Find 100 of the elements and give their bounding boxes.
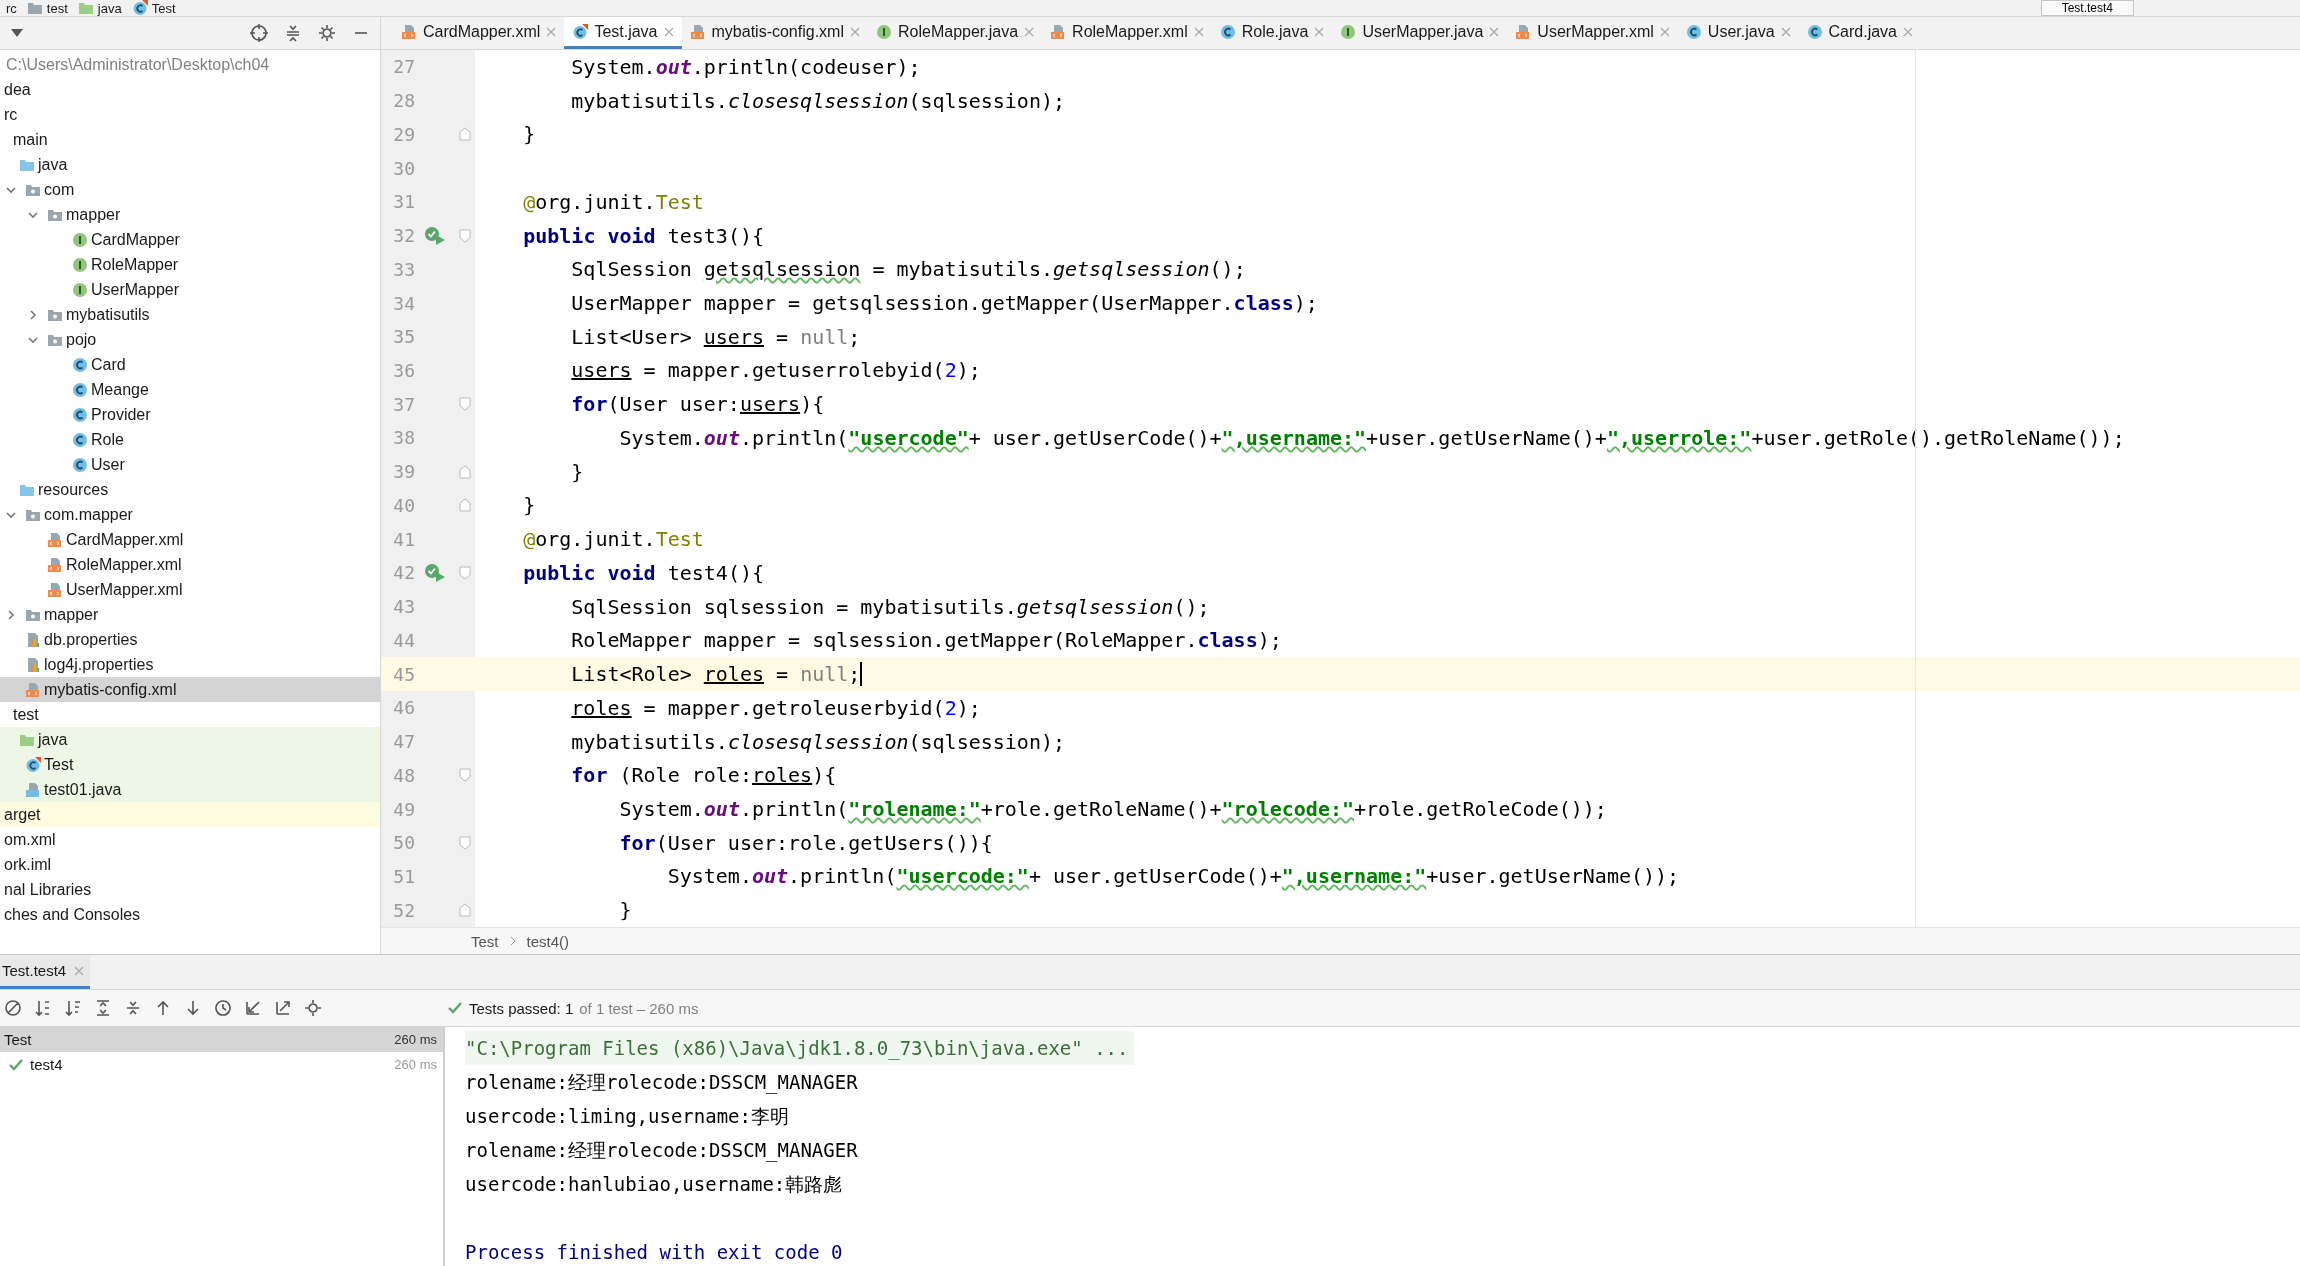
tree-item[interactable]: db.properties [0, 627, 380, 652]
tree-item[interactable]: Meange [0, 377, 380, 402]
line-number: 34 [392, 292, 415, 314]
sort-alpha-icon[interactable] [34, 999, 52, 1017]
tree-item[interactable]: rc [0, 102, 380, 127]
code-line: RoleMapper mapper = sqlsession.getMapper(RoleMapper.class); [570, 628, 1282, 653]
tree-item[interactable]: ches and Consoles [0, 902, 380, 927]
tree-item[interactable]: java [0, 727, 380, 752]
close-icon[interactable] [1903, 26, 1913, 37]
tree-item[interactable]: Card [0, 352, 380, 377]
run-config-dropdown[interactable]: Test.test4 [2040, 0, 2134, 16]
locate-icon[interactable] [250, 24, 268, 42]
tree-item[interactable]: test01.java [0, 777, 380, 802]
close-icon[interactable] [546, 26, 557, 37]
tree-item[interactable]: log4j.properties [0, 652, 380, 677]
history-icon[interactable] [214, 999, 232, 1017]
tree-item[interactable]: mybatisutils [0, 302, 380, 327]
tree-item[interactable]: om.xml [0, 827, 380, 852]
tree-item[interactable]: dea [0, 77, 380, 102]
class-icon [1685, 23, 1702, 40]
breadcrumb-item[interactable]: test [26, 0, 68, 16]
tree-item[interactable]: java [0, 152, 380, 177]
tree-item[interactable]: Provider [0, 402, 380, 427]
sort-duration-icon[interactable] [64, 999, 82, 1017]
editor-tab[interactable]: User.java [1677, 17, 1799, 49]
line-number: 38 [392, 427, 415, 449]
collapse-all-icon[interactable] [284, 24, 302, 42]
close-icon[interactable] [850, 26, 860, 37]
close-icon[interactable] [1780, 26, 1791, 37]
breadcrumb-item[interactable]: Test [131, 0, 176, 16]
tree-item[interactable]: nal Libraries [0, 877, 380, 902]
close-icon[interactable] [1659, 26, 1670, 37]
breadcrumb-item[interactable]: java [77, 0, 122, 16]
code-line: mybatisutils.closesqlsession(sqlsession); [570, 88, 1066, 113]
tree-item[interactable]: ork.iml [0, 852, 380, 877]
breadcrumb-item[interactable]: rc [6, 0, 17, 16]
test-item[interactable]: Test 260 ms [0, 1027, 443, 1052]
tree-item[interactable]: resources [0, 477, 380, 502]
tree-item[interactable]: mapper [0, 602, 380, 627]
interface-icon [72, 281, 88, 298]
editor-tab[interactable]: mybatis-config.xml [681, 17, 868, 49]
line-number: 37 [392, 393, 415, 415]
close-icon[interactable] [1193, 26, 1204, 37]
tree-item[interactable]: Role [0, 427, 380, 452]
tree-item[interactable]: arget [0, 802, 380, 827]
tree-item[interactable]: CardMapper [0, 227, 380, 252]
run-test-icon[interactable] [424, 225, 446, 246]
xml-file-icon [1515, 23, 1532, 40]
chevron-right-icon[interactable] [5, 608, 17, 621]
editor-tab[interactable]: UserMapper.xml [1507, 17, 1678, 49]
code-line: for(User user:users){ [570, 392, 825, 417]
tree-item[interactable]: pojo [0, 327, 380, 352]
editor-tab[interactable]: Card.java [1798, 17, 1921, 49]
arrow-down-icon[interactable] [184, 999, 202, 1017]
stop-icon[interactable] [4, 999, 22, 1017]
test-class-icon [25, 756, 41, 773]
run-test-icon[interactable] [424, 562, 446, 583]
code-line: UserMapper mapper = getsqlsession.getMapper(UserMapper.class); [570, 291, 1318, 315]
run-tab[interactable]: Test.test4 [0, 955, 91, 989]
xml-file-icon [47, 556, 63, 573]
dropdown-caret-icon[interactable] [10, 28, 24, 38]
line-number: 32 [392, 225, 415, 247]
tree-item[interactable]: mybatis-config.xml [0, 677, 380, 702]
editor-tab[interactable]: CardMapper.xml [393, 17, 565, 49]
line-number: 51 [392, 866, 415, 887]
text-caret [860, 662, 863, 687]
line-number: 28 [392, 90, 415, 112]
editor-tab[interactable]: RoleMapper.java [868, 17, 1043, 49]
chevron-right-icon[interactable] [27, 308, 39, 321]
collapse-all-icon[interactable] [124, 999, 142, 1017]
import-icon[interactable] [244, 999, 262, 1017]
breadcrumb-item[interactable]: Test [471, 932, 499, 950]
close-icon[interactable] [1489, 26, 1500, 37]
editor-tab[interactable]: Test.java [564, 17, 682, 49]
editor-tab[interactable]: UserMapper.java [1332, 17, 1508, 49]
tree-item[interactable]: main [0, 127, 380, 152]
tree-item[interactable]: RoleMapper [0, 252, 380, 277]
export-icon[interactable] [274, 999, 292, 1017]
editor-tab[interactable]: RoleMapper.xml [1042, 17, 1212, 49]
close-icon[interactable] [663, 26, 674, 37]
tree-item[interactable]: com [0, 177, 380, 202]
tree-item[interactable]: mapper [0, 202, 380, 227]
tree-item[interactable]: test [0, 702, 380, 727]
console-line: Process finished with exit code 0 [465, 1240, 844, 1265]
tree-item[interactable]: CardMapper.xml [0, 527, 380, 552]
close-icon[interactable] [1024, 26, 1035, 37]
close-icon[interactable] [1314, 26, 1325, 37]
tree-item[interactable]: User [0, 452, 380, 477]
line-number: 45 [392, 663, 415, 685]
tree-item[interactable]: Test [0, 752, 380, 777]
tree-item[interactable]: com.mapper [0, 502, 380, 527]
tree-item[interactable]: UserMapper.xml [0, 577, 380, 602]
tree-item[interactable]: UserMapper [0, 277, 380, 302]
expand-all-icon[interactable] [94, 999, 112, 1017]
test-item[interactable]: test4 260 ms [0, 1052, 443, 1077]
console-line: rolename:经理rolecode:DSSCM_MANAGER [465, 1138, 859, 1164]
tree-item[interactable]: RoleMapper.xml [0, 552, 380, 577]
editor-tab[interactable]: Role.java [1211, 17, 1333, 49]
interface-icon [72, 231, 88, 248]
breadcrumb-item[interactable]: test4() [526, 932, 570, 950]
